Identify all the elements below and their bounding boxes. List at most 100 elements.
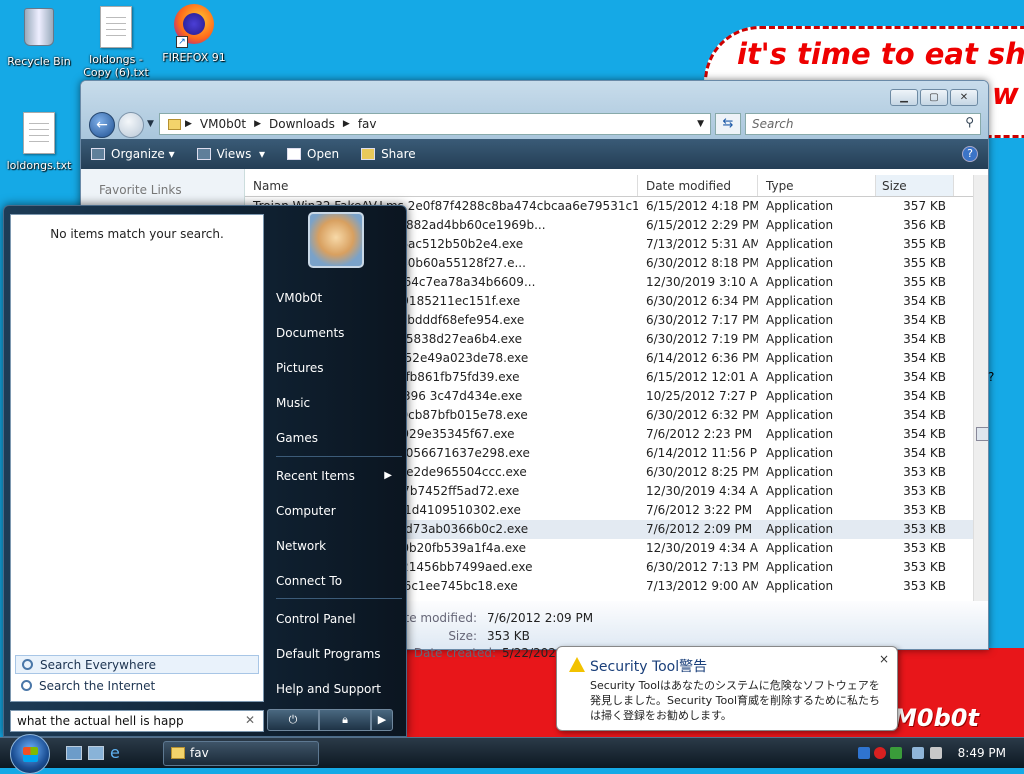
views-icon	[196, 148, 211, 160]
taskbar-button-fav[interactable]: fav	[163, 741, 319, 766]
start-search-input[interactable]: what the actual hell is happ ✕	[10, 710, 264, 732]
user-avatar[interactable]	[308, 212, 364, 268]
desktop-icon-firefox[interactable]: ↗ FIREFOX 91	[156, 4, 232, 64]
file-size-cell: 353 KB	[903, 541, 946, 555]
notification-close-button[interactable]: ×	[879, 652, 889, 666]
start-button[interactable]	[10, 734, 50, 774]
file-type-cell: Application	[766, 332, 834, 346]
volume-muted-icon[interactable]	[930, 747, 942, 759]
search-internet-link[interactable]: Search the Internet	[15, 677, 259, 696]
folder-icon	[171, 747, 185, 759]
search-icon	[21, 680, 32, 691]
network-icon[interactable]	[912, 747, 924, 759]
column-header-type[interactable]: Type	[758, 175, 876, 196]
security-tool-notification[interactable]: Security Tool警告 × Security Toolはあなたのシステム…	[556, 646, 898, 731]
start-item-connect-to[interactable]: Connect To	[276, 573, 402, 589]
file-date-cell: 12/30/2019 3:10 AM	[646, 275, 758, 289]
minimize-button[interactable]: ▁	[890, 89, 918, 106]
breadcrumb-item[interactable]: VM0b0t	[192, 117, 254, 131]
refresh-button[interactable]: ⇆	[715, 113, 741, 135]
help-icon[interactable]: ?	[962, 146, 978, 162]
file-size-cell: 355 KB	[903, 237, 946, 251]
column-header-name[interactable]: Name	[245, 175, 638, 196]
open-button[interactable]: Open	[287, 147, 339, 161]
start-item-recent-items[interactable]: Recent Items ▶	[276, 468, 402, 484]
search-input[interactable]: Search ⚲	[745, 113, 981, 135]
switch-windows-icon[interactable]	[88, 746, 104, 760]
text-file-icon	[100, 6, 132, 48]
warning-icon	[569, 657, 585, 672]
start-item-games[interactable]: Games	[276, 430, 402, 446]
start-item-network[interactable]: Network	[276, 538, 402, 554]
start-item-music[interactable]: Music	[276, 395, 402, 411]
address-dropdown-icon[interactable]: ▼	[697, 119, 704, 129]
wallpaper-fragment: ?	[988, 370, 995, 384]
start-item-help-support[interactable]: Help and Support	[276, 681, 402, 697]
organize-button[interactable]: Organize ▾	[91, 147, 175, 161]
internet-explorer-icon[interactable]: e	[110, 745, 126, 761]
bubble-text-partial: w	[992, 77, 1019, 111]
file-type-cell: Application	[766, 237, 834, 251]
desktop-icon-loldongs-copy[interactable]: loldongs - Copy (6).txt	[78, 6, 154, 79]
file-size-cell: 354 KB	[903, 427, 946, 441]
bluetooth-icon[interactable]	[858, 747, 870, 759]
file-size-cell: 354 KB	[903, 313, 946, 327]
share-label: Share	[381, 147, 416, 161]
start-item-user[interactable]: VM0b0t	[276, 290, 402, 306]
file-date-cell: 6/14/2012 11:56 PM	[646, 446, 758, 460]
show-desktop-icon[interactable]	[66, 746, 82, 760]
file-date-cell: 6/15/2012 4:18 PM	[646, 199, 758, 213]
address-bar[interactable]: ▶ VM0b0t ▶ Downloads ▶ fav ▼	[159, 113, 711, 135]
close-button[interactable]: ✕	[950, 89, 978, 106]
file-date-cell: 12/30/2019 4:34 AM	[646, 541, 758, 555]
share-button[interactable]: Share	[361, 147, 416, 161]
recent-pages-dropdown[interactable]: ▼	[147, 119, 154, 129]
column-header-date[interactable]: Date modified	[638, 175, 758, 196]
file-size-cell: 353 KB	[903, 465, 946, 479]
file-date-cell: 6/14/2012 6:36 PM	[646, 351, 758, 365]
file-type-cell: Application	[766, 427, 834, 441]
desktop-icon-recycle-bin[interactable]: Recycle Bin	[1, 4, 77, 68]
size-value: 353 KB	[487, 629, 530, 643]
power-button[interactable]: ⏻	[267, 709, 319, 731]
windows-logo-icon	[23, 747, 38, 762]
start-item-pictures[interactable]: Pictures	[276, 360, 402, 376]
column-header-size[interactable]: Size	[876, 175, 954, 196]
organize-label: Organize	[111, 147, 165, 161]
file-date-cell: 7/6/2012 2:09 PM	[646, 522, 753, 536]
file-size-cell: 355 KB	[903, 256, 946, 270]
vertical-scrollbar[interactable]	[973, 175, 988, 603]
start-item-computer[interactable]: Computer	[276, 503, 402, 519]
file-size-cell: 354 KB	[903, 446, 946, 460]
security-center-icon[interactable]	[890, 747, 902, 759]
security-alert-icon[interactable]	[874, 747, 886, 759]
back-button[interactable]: ←	[89, 112, 115, 138]
desktop-icon-loldongs[interactable]: loldongs.txt	[1, 112, 77, 172]
start-item-documents[interactable]: Documents	[276, 325, 402, 341]
shutdown-options-button[interactable]: ▶	[371, 709, 393, 731]
lock-button[interactable]: 🔒︎	[319, 709, 371, 731]
clock[interactable]: 8:49 PM	[958, 746, 1006, 760]
banner-text: M0b0t	[893, 704, 979, 732]
file-date-cell: 7/13/2012 9:00 AM	[646, 579, 758, 593]
breadcrumb-item[interactable]: fav	[350, 117, 385, 131]
clear-search-icon[interactable]: ✕	[245, 713, 255, 727]
desktop-icon-label: loldongs - Copy (6).txt	[83, 53, 149, 79]
start-item-control-panel[interactable]: Control Panel	[276, 611, 402, 627]
forward-button[interactable]	[118, 112, 144, 138]
file-date-cell: 6/30/2012 7:17 PM	[646, 313, 758, 327]
file-size-cell: 354 KB	[903, 389, 946, 403]
file-date-cell: 12/30/2019 4:34 AM	[646, 484, 758, 498]
breadcrumb-item[interactable]: Downloads	[261, 117, 343, 131]
search-everywhere-link[interactable]: Search Everywhere	[15, 655, 259, 674]
command-bar: Organize ▾ Views ▾ Open Share ?	[81, 139, 988, 169]
scrollbar-thumb[interactable]	[976, 427, 988, 441]
start-item-default-programs[interactable]: Default Programs	[276, 646, 402, 662]
file-type-cell: Application	[766, 275, 834, 289]
organize-icon	[91, 148, 105, 160]
file-size-cell: 354 KB	[903, 332, 946, 346]
file-size-cell: 353 KB	[903, 579, 946, 593]
file-type-cell: Application	[766, 503, 834, 517]
views-button[interactable]: Views ▾	[196, 147, 265, 161]
maximize-button[interactable]: ▢	[920, 89, 948, 106]
